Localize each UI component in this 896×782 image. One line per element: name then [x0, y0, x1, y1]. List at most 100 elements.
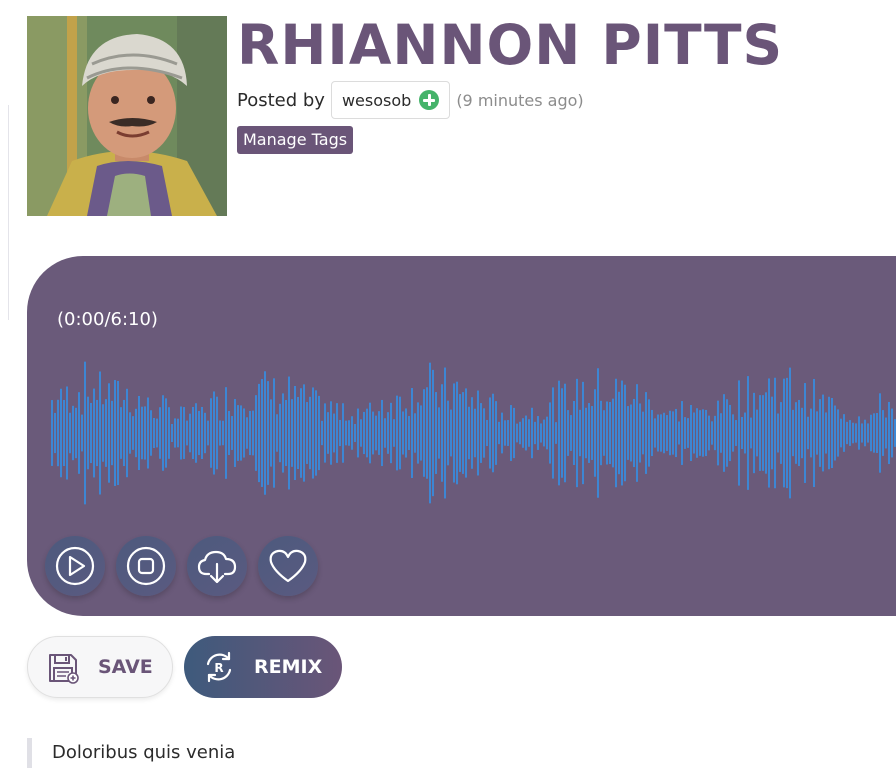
waveform-bar	[447, 400, 449, 466]
waveform-bar	[195, 403, 197, 463]
waveform-bar	[288, 376, 290, 490]
waveform-bar	[666, 415, 668, 451]
post-time-ago: (9 minutes ago)	[456, 90, 584, 110]
remix-button[interactable]: R REMIX	[184, 636, 342, 698]
follow-plus-icon[interactable]	[419, 90, 440, 110]
author-chip[interactable]: wesosob	[330, 81, 451, 119]
waveform-bar	[480, 403, 482, 463]
waveform-bar	[378, 411, 380, 455]
waveform-bar	[696, 408, 698, 458]
waveform-bar	[723, 394, 725, 472]
waveform-bar	[369, 402, 371, 464]
waveform-bar	[348, 420, 350, 446]
waveform-bar	[453, 383, 455, 483]
waveform-bar	[594, 389, 596, 477]
like-button[interactable]	[258, 536, 318, 596]
play-button[interactable]	[45, 536, 105, 596]
waveform-bar	[762, 395, 764, 471]
waveform-bar	[351, 416, 353, 450]
waveform-bar	[441, 384, 443, 482]
track-cover-image	[27, 16, 227, 216]
waveform-bar	[771, 396, 773, 470]
waveform-bar	[189, 413, 191, 453]
waveform-bar	[810, 408, 812, 458]
waveform-bar	[738, 380, 740, 486]
waveform-bar	[252, 410, 254, 456]
waveform-bar	[435, 392, 437, 474]
waveform-bar	[294, 385, 296, 481]
waveform-bar	[507, 420, 509, 446]
waveform-bar	[285, 400, 287, 466]
waveform-bar	[510, 405, 512, 461]
waveform-bar	[825, 412, 827, 454]
waveform-bar	[408, 416, 410, 450]
waveform-bar	[858, 416, 860, 450]
waveform-bar	[627, 406, 629, 460]
waveform-bar	[552, 387, 554, 479]
waveform-bar	[375, 415, 377, 451]
waveform-bar	[714, 415, 716, 451]
waveform-bar	[624, 384, 626, 482]
waveform-bar	[363, 411, 365, 455]
waveform-bar	[72, 405, 74, 461]
save-button[interactable]: SAVE	[27, 636, 173, 698]
waveform-bar	[492, 393, 494, 473]
waveform-bar	[639, 403, 641, 463]
waveform-bar	[834, 405, 836, 461]
save-button-label[interactable]: SAVE	[98, 656, 153, 678]
waveform-bar	[183, 407, 185, 459]
waveform-bar	[225, 387, 227, 479]
waveform-bar	[816, 411, 818, 455]
waveform-bar	[561, 388, 563, 478]
manage-tags-button[interactable]: Manage Tags	[237, 126, 354, 154]
waveform-bar	[759, 395, 761, 471]
remix-button-label[interactable]: REMIX	[254, 656, 322, 678]
waveform-bar	[615, 378, 617, 488]
waveform-bar	[54, 412, 56, 454]
playback-time: (0:00/6:10)	[57, 309, 158, 330]
waveform-bar	[831, 397, 833, 469]
waveform-bar	[774, 377, 776, 489]
waveform-bar	[468, 406, 470, 460]
stop-button[interactable]	[116, 536, 176, 596]
waveform-bar	[309, 396, 311, 470]
waveform-bar	[840, 418, 842, 448]
waveform-bar	[120, 407, 122, 459]
waveform-bar	[354, 424, 356, 442]
waveform-bar	[111, 400, 113, 466]
waveform-bar	[171, 424, 173, 442]
download-button[interactable]	[187, 536, 247, 596]
waveform-bar	[498, 421, 500, 445]
waveform-bar	[114, 380, 116, 486]
waveform-bar	[879, 393, 881, 473]
waveform-bar	[636, 384, 638, 482]
waveform-bar	[96, 399, 98, 467]
waveform-bar	[768, 378, 770, 488]
posted-by-row: Posted by wesosob (9 minutes ago)	[237, 81, 584, 119]
waveform-bar	[804, 383, 806, 483]
waveform-bar	[93, 388, 95, 478]
waveform-bar	[684, 417, 686, 449]
waveform-bar	[474, 408, 476, 458]
waveform-bar	[387, 412, 389, 454]
waveform-bar	[84, 361, 86, 505]
waveform-bar	[396, 395, 398, 471]
waveform[interactable]	[47, 353, 896, 513]
play-icon	[55, 546, 95, 586]
author-username[interactable]: wesosob	[342, 91, 411, 110]
waveform-bar	[705, 409, 707, 457]
waveform-bar	[852, 422, 854, 444]
heart-icon	[269, 549, 307, 583]
waveform-bar	[264, 371, 266, 495]
waveform-bar	[69, 412, 71, 454]
waveform-bar	[273, 378, 275, 488]
audio-player: (0:00/6:10)	[27, 256, 896, 616]
waveform-bar	[186, 420, 188, 446]
waveform-bar	[417, 402, 419, 464]
waveform-bar	[789, 367, 791, 499]
waveform-bar	[672, 411, 674, 455]
waveform-bar	[867, 423, 869, 443]
waveform-bar	[414, 413, 416, 453]
waveform-bar	[102, 404, 104, 462]
waveform-bar	[753, 392, 755, 474]
